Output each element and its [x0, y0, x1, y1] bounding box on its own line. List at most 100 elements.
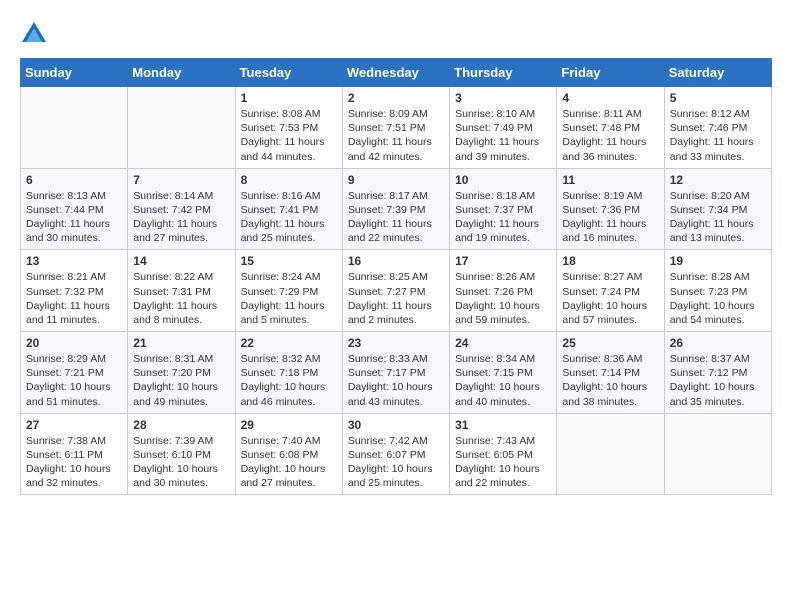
day-number: 4 — [562, 91, 658, 105]
calendar-cell: 30 Sunrise: 7:42 AM Sunset: 6:07 PM Dayli… — [342, 413, 449, 495]
day-number: 3 — [455, 91, 551, 105]
day-number: 9 — [348, 173, 444, 187]
calendar: SundayMondayTuesdayWednesdayThursdayFrid… — [20, 58, 772, 495]
calendar-cell: 3 Sunrise: 8:10 AM Sunset: 7:49 PM Daylig… — [450, 87, 557, 169]
day-info: Sunrise: 8:22 AM Sunset: 7:31 PM Dayligh… — [133, 270, 229, 327]
day-of-week-header: Tuesday — [235, 59, 342, 87]
calendar-body: 1 Sunrise: 8:08 AM Sunset: 7:53 PM Daylig… — [21, 87, 772, 495]
calendar-week-row: 27 Sunrise: 7:38 AM Sunset: 6:11 PM Dayli… — [21, 413, 772, 495]
day-number: 27 — [26, 418, 122, 432]
calendar-cell: 31 Sunrise: 7:43 AM Sunset: 6:05 PM Dayli… — [450, 413, 557, 495]
calendar-cell — [557, 413, 664, 495]
calendar-cell: 26Sunrise: 8:37 AM Sunset: 7:12 PM Dayli… — [664, 332, 771, 414]
day-info: Sunrise: 8:21 AM Sunset: 7:32 PM Dayligh… — [26, 270, 122, 327]
day-of-week-header: Thursday — [450, 59, 557, 87]
day-info: Sunrise: 8:08 AM Sunset: 7:53 PM Dayligh… — [241, 107, 337, 164]
calendar-week-row: 1 Sunrise: 8:08 AM Sunset: 7:53 PM Daylig… — [21, 87, 772, 169]
calendar-cell — [21, 87, 128, 169]
day-number: 30 — [348, 418, 444, 432]
day-number: 16 — [348, 254, 444, 268]
calendar-cell: 14 Sunrise: 8:22 AM Sunset: 7:31 PM Dayli… — [128, 250, 235, 332]
calendar-cell: 28Sunrise: 7:39 AM Sunset: 6:10 PM Dayli… — [128, 413, 235, 495]
calendar-cell — [128, 87, 235, 169]
calendar-header-row: SundayMondayTuesdayWednesdayThursdayFrid… — [21, 59, 772, 87]
calendar-cell: 23 Sunrise: 8:33 AM Sunset: 7:17 PM Dayli… — [342, 332, 449, 414]
calendar-cell: 4 Sunrise: 8:11 AM Sunset: 7:48 PM Daylig… — [557, 87, 664, 169]
day-info: Sunrise: 8:33 AM Sunset: 7:17 PM Dayligh… — [348, 352, 444, 409]
page-header — [20, 20, 772, 48]
day-of-week-header: Sunday — [21, 59, 128, 87]
calendar-cell: 1 Sunrise: 8:08 AM Sunset: 7:53 PM Daylig… — [235, 87, 342, 169]
day-info: Sunrise: 8:26 AM Sunset: 7:26 PM Dayligh… — [455, 270, 551, 327]
day-info: Sunrise: 8:31 AM Sunset: 7:20 PM Dayligh… — [133, 352, 229, 409]
calendar-week-row: 6 Sunrise: 8:13 AM Sunset: 7:44 PM Daylig… — [21, 168, 772, 250]
day-info: Sunrise: 8:34 AM Sunset: 7:15 PM Dayligh… — [455, 352, 551, 409]
day-of-week-header: Monday — [128, 59, 235, 87]
day-of-week-header: Saturday — [664, 59, 771, 87]
day-info: Sunrise: 7:39 AM Sunset: 6:10 PM Dayligh… — [133, 434, 229, 491]
day-number: 24 — [455, 336, 551, 350]
day-number: 25 — [562, 336, 658, 350]
calendar-cell: 19 Sunrise: 8:28 AM Sunset: 7:23 PM Dayli… — [664, 250, 771, 332]
day-number: 6 — [26, 173, 122, 187]
calendar-cell: 22Sunrise: 8:32 AM Sunset: 7:18 PM Dayli… — [235, 332, 342, 414]
calendar-cell: 5 Sunrise: 8:12 AM Sunset: 7:46 PM Daylig… — [664, 87, 771, 169]
day-info: Sunrise: 8:32 AM Sunset: 7:18 PM Dayligh… — [241, 352, 337, 409]
calendar-cell: 6 Sunrise: 8:13 AM Sunset: 7:44 PM Daylig… — [21, 168, 128, 250]
day-of-week-header: Friday — [557, 59, 664, 87]
day-number: 18 — [562, 254, 658, 268]
day-number: 17 — [455, 254, 551, 268]
logo — [20, 20, 52, 48]
calendar-cell: 11 Sunrise: 8:19 AM Sunset: 7:36 PM Dayli… — [557, 168, 664, 250]
day-number: 14 — [133, 254, 229, 268]
calendar-cell: 2 Sunrise: 8:09 AM Sunset: 7:51 PM Daylig… — [342, 87, 449, 169]
day-info: Sunrise: 8:14 AM Sunset: 7:42 PM Dayligh… — [133, 189, 229, 246]
day-info: Sunrise: 7:40 AM Sunset: 6:08 PM Dayligh… — [241, 434, 337, 491]
calendar-cell: 8Sunrise: 8:16 AM Sunset: 7:41 PM Daylig… — [235, 168, 342, 250]
day-of-week-header: Wednesday — [342, 59, 449, 87]
day-info: Sunrise: 7:42 AM Sunset: 6:07 PM Dayligh… — [348, 434, 444, 491]
calendar-cell: 27 Sunrise: 7:38 AM Sunset: 6:11 PM Dayli… — [21, 413, 128, 495]
day-number: 31 — [455, 418, 551, 432]
calendar-week-row: 20 Sunrise: 8:29 AM Sunset: 7:21 PM Dayli… — [21, 332, 772, 414]
day-info: Sunrise: 8:13 AM Sunset: 7:44 PM Dayligh… — [26, 189, 122, 246]
day-info: Sunrise: 8:29 AM Sunset: 7:21 PM Dayligh… — [26, 352, 122, 409]
day-number: 20 — [26, 336, 122, 350]
calendar-cell: 15Sunrise: 8:24 AM Sunset: 7:29 PM Dayli… — [235, 250, 342, 332]
day-info: Sunrise: 8:17 AM Sunset: 7:39 PM Dayligh… — [348, 189, 444, 246]
day-info: Sunrise: 8:28 AM Sunset: 7:23 PM Dayligh… — [670, 270, 766, 327]
calendar-cell: 10 Sunrise: 8:18 AM Sunset: 7:37 PM Dayli… — [450, 168, 557, 250]
day-info: Sunrise: 8:12 AM Sunset: 7:46 PM Dayligh… — [670, 107, 766, 164]
day-number: 15 — [241, 254, 337, 268]
logo-icon — [20, 20, 48, 48]
day-info: Sunrise: 7:43 AM Sunset: 6:05 PM Dayligh… — [455, 434, 551, 491]
day-number: 12 — [670, 173, 766, 187]
day-info: Sunrise: 8:11 AM Sunset: 7:48 PM Dayligh… — [562, 107, 658, 164]
day-number: 11 — [562, 173, 658, 187]
day-info: Sunrise: 8:36 AM Sunset: 7:14 PM Dayligh… — [562, 352, 658, 409]
day-number: 26 — [670, 336, 766, 350]
day-info: Sunrise: 8:18 AM Sunset: 7:37 PM Dayligh… — [455, 189, 551, 246]
calendar-week-row: 13Sunrise: 8:21 AM Sunset: 7:32 PM Dayli… — [21, 250, 772, 332]
day-number: 10 — [455, 173, 551, 187]
day-info: Sunrise: 7:38 AM Sunset: 6:11 PM Dayligh… — [26, 434, 122, 491]
day-info: Sunrise: 8:25 AM Sunset: 7:27 PM Dayligh… — [348, 270, 444, 327]
day-number: 7 — [133, 173, 229, 187]
day-info: Sunrise: 8:10 AM Sunset: 7:49 PM Dayligh… — [455, 107, 551, 164]
day-number: 1 — [241, 91, 337, 105]
day-number: 21 — [133, 336, 229, 350]
day-number: 19 — [670, 254, 766, 268]
calendar-cell: 29Sunrise: 7:40 AM Sunset: 6:08 PM Dayli… — [235, 413, 342, 495]
day-info: Sunrise: 8:27 AM Sunset: 7:24 PM Dayligh… — [562, 270, 658, 327]
day-number: 5 — [670, 91, 766, 105]
day-info: Sunrise: 8:19 AM Sunset: 7:36 PM Dayligh… — [562, 189, 658, 246]
calendar-cell: 9 Sunrise: 8:17 AM Sunset: 7:39 PM Daylig… — [342, 168, 449, 250]
calendar-cell: 7 Sunrise: 8:14 AM Sunset: 7:42 PM Daylig… — [128, 168, 235, 250]
day-info: Sunrise: 8:09 AM Sunset: 7:51 PM Dayligh… — [348, 107, 444, 164]
calendar-cell: 24 Sunrise: 8:34 AM Sunset: 7:15 PM Dayli… — [450, 332, 557, 414]
day-info: Sunrise: 8:16 AM Sunset: 7:41 PM Dayligh… — [241, 189, 337, 246]
calendar-cell: 21 Sunrise: 8:31 AM Sunset: 7:20 PM Dayli… — [128, 332, 235, 414]
day-number: 2 — [348, 91, 444, 105]
day-number: 23 — [348, 336, 444, 350]
calendar-cell: 20 Sunrise: 8:29 AM Sunset: 7:21 PM Dayli… — [21, 332, 128, 414]
